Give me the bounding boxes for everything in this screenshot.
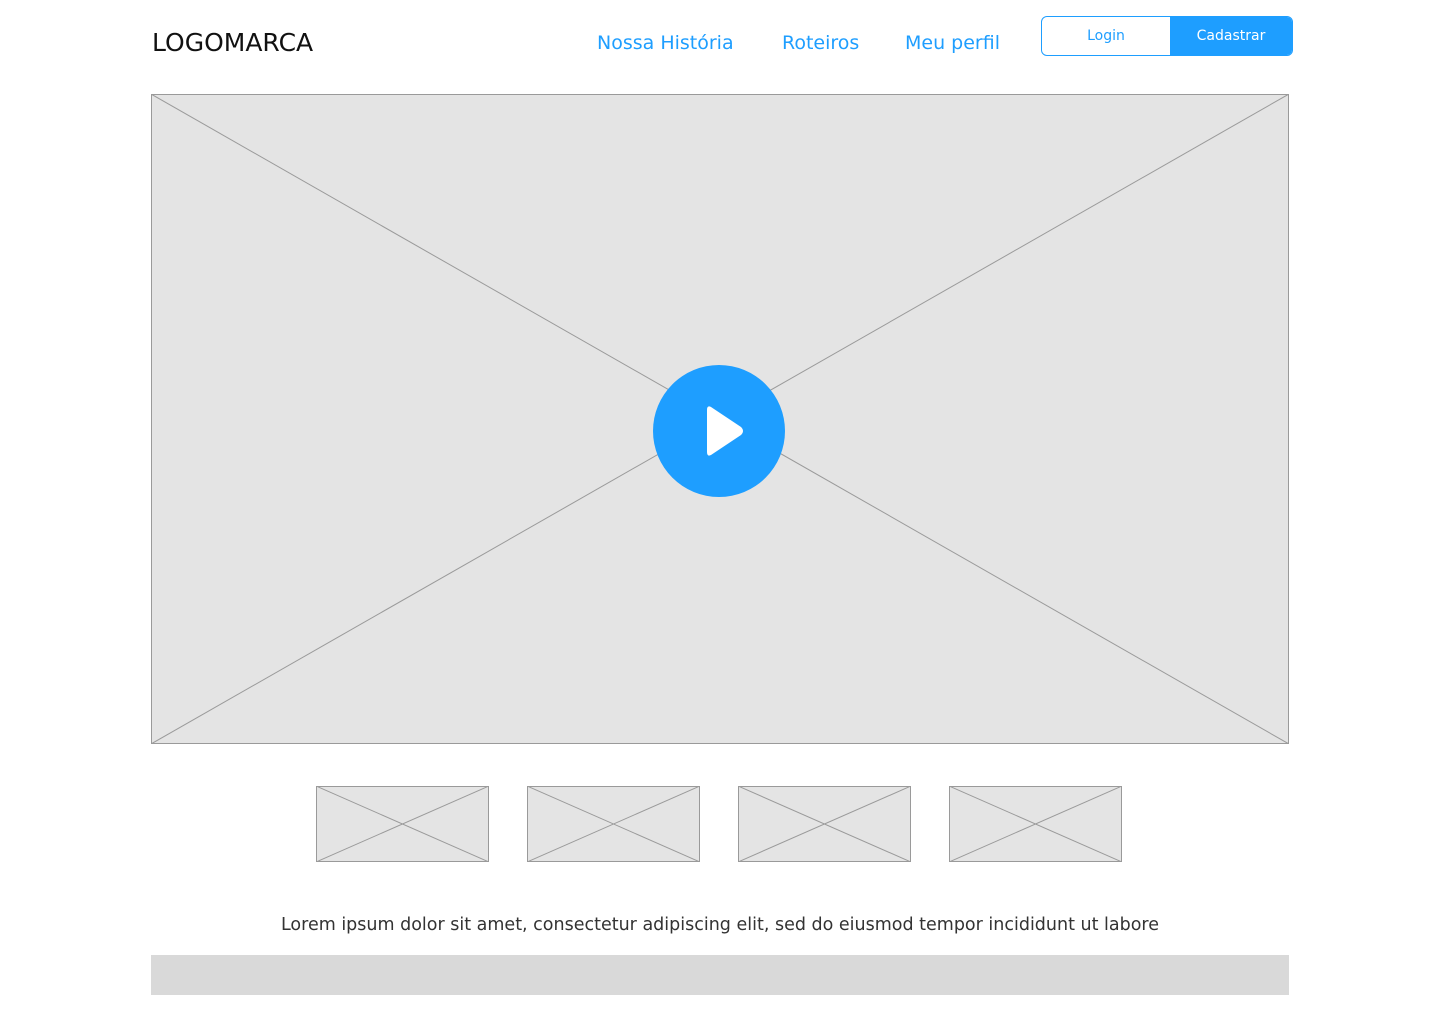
thumbnail-4[interactable] (949, 786, 1122, 862)
video-player[interactable] (151, 94, 1289, 744)
image-placeholder-icon (316, 786, 489, 862)
image-placeholder-icon (738, 786, 911, 862)
thumbnail-3[interactable] (738, 786, 911, 862)
signup-button[interactable]: Cadastrar (1170, 17, 1292, 55)
nav-link-meu-perfil[interactable]: Meu perfil (905, 30, 1000, 56)
logo: LOGOMARCA (152, 28, 314, 57)
nav-link-nossa-historia[interactable]: Nossa História (597, 30, 734, 56)
nav-link-roteiros[interactable]: Roteiros (782, 30, 859, 56)
thumbnail-2[interactable] (527, 786, 700, 862)
auth-button-group: Login Cadastrar (1041, 16, 1293, 56)
image-placeholder-icon (949, 786, 1122, 862)
footer-bar (151, 955, 1289, 995)
image-placeholder-icon (527, 786, 700, 862)
play-icon (707, 406, 743, 456)
play-button[interactable] (653, 365, 785, 497)
login-button[interactable]: Login (1042, 17, 1170, 55)
video-description: Lorem ipsum dolor sit amet, consectetur … (280, 914, 1160, 935)
thumbnail-1[interactable] (316, 786, 489, 862)
